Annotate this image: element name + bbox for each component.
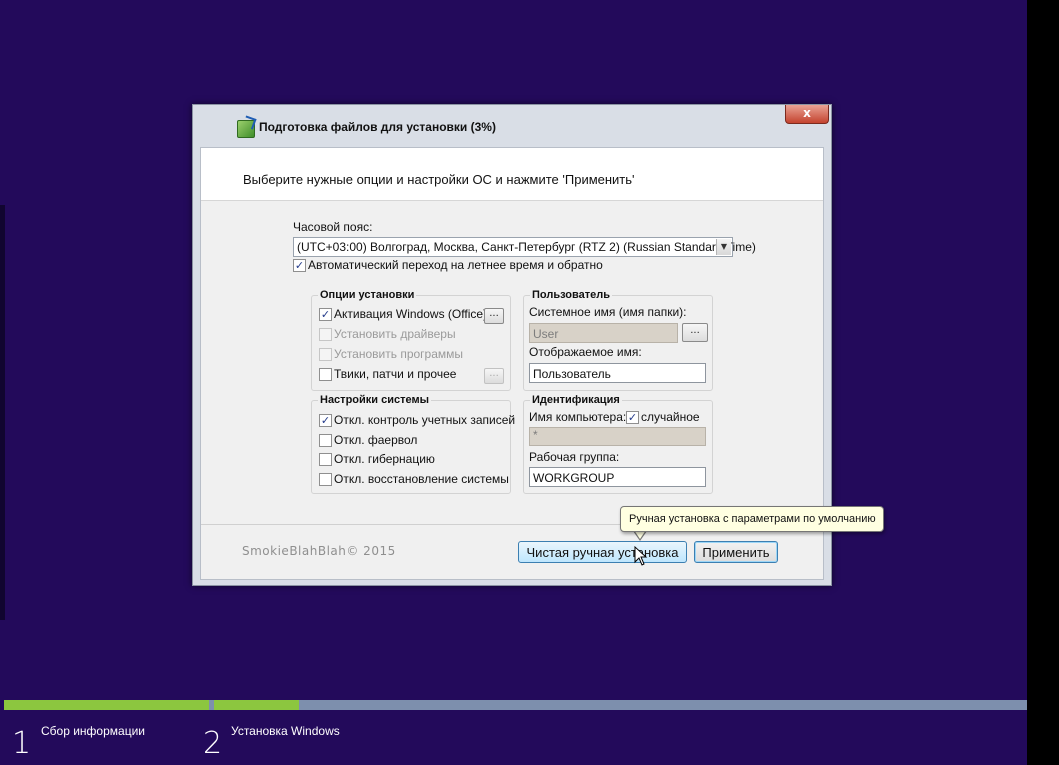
uac-checkbox[interactable]: ✓ bbox=[319, 414, 332, 427]
hibernation-checkbox[interactable] bbox=[319, 453, 332, 466]
restore-checkbox[interactable] bbox=[319, 473, 332, 486]
system-name-field[interactable]: User bbox=[529, 323, 678, 343]
step-label-1: Сбор информации bbox=[41, 724, 145, 738]
activation-browse-button[interactable]: ... bbox=[484, 308, 504, 324]
restore-label: Откл. восстановление системы bbox=[334, 472, 509, 486]
apply-button[interactable]: Применить bbox=[694, 541, 778, 563]
firewall-label: Откл. фаервол bbox=[334, 433, 418, 447]
timezone-value: (UTC+03:00) Волгоград, Москва, Санкт-Пет… bbox=[297, 240, 756, 254]
computer-name-field[interactable]: * bbox=[529, 427, 706, 446]
drivers-checkbox[interactable] bbox=[319, 328, 332, 341]
timezone-select[interactable]: (UTC+03:00) Волгоград, Москва, Санкт-Пет… bbox=[293, 237, 756, 257]
dst-label: Автоматический переход на летнее время и… bbox=[308, 258, 603, 272]
drivers-label: Установить драйверы bbox=[334, 327, 456, 341]
dialog-titlebar[interactable]: Подготовка файлов для установки (3%) x bbox=[193, 105, 831, 147]
workgroup-label: Рабочая группа: bbox=[529, 450, 620, 464]
activation-label: Активация Windows (Office) bbox=[334, 307, 488, 321]
clean-manual-install-button[interactable]: Чистая ручная установка bbox=[518, 541, 687, 563]
computer-name-label: Имя компьютера: bbox=[529, 410, 627, 424]
uac-label: Откл. контроль учетных записей bbox=[334, 413, 516, 427]
timezone-label: Часовой пояс: bbox=[293, 220, 373, 234]
step-number-1: 1 bbox=[12, 726, 32, 761]
workgroup-field[interactable]: WORKGROUP bbox=[529, 467, 706, 487]
mouse-cursor-icon bbox=[634, 546, 648, 566]
display-name-field[interactable]: Пользователь bbox=[529, 363, 706, 383]
tooltip: Ручная установка с параметрами по умолча… bbox=[620, 506, 884, 532]
step-label-2: Установка Windows bbox=[231, 724, 340, 738]
screen-edge-left bbox=[0, 205, 5, 620]
dialog-title: Подготовка файлов для установки (3%) bbox=[259, 120, 496, 134]
chevron-down-icon[interactable]: ▼ bbox=[716, 239, 731, 255]
progress-step-1-done bbox=[4, 700, 209, 710]
system-settings-title: Настройки системы bbox=[318, 394, 431, 406]
user-title: Пользователь bbox=[530, 289, 613, 301]
instruction-text: Выберите нужные опции и настройки ОС и н… bbox=[243, 172, 635, 187]
instruction-header: Выберите нужные опции и настройки ОС и н… bbox=[201, 148, 823, 201]
tweaks-checkbox[interactable] bbox=[319, 368, 332, 381]
firewall-checkbox[interactable] bbox=[319, 434, 332, 447]
random-name-checkbox[interactable]: ✓ bbox=[626, 411, 639, 424]
programs-checkbox[interactable] bbox=[319, 348, 332, 361]
display-name-label: Отображаемое имя: bbox=[529, 345, 642, 359]
activation-checkbox[interactable]: ✓ bbox=[319, 308, 332, 321]
step-number-2: 2 bbox=[203, 726, 223, 761]
system-name-label: Системное имя (имя папки): bbox=[529, 305, 687, 319]
copyright-text: SmokieBlahBlah© 2015 bbox=[242, 544, 396, 558]
random-name-label: случайное bbox=[641, 410, 700, 424]
programs-label: Установить программы bbox=[334, 347, 464, 361]
identification-title: Идентификация bbox=[530, 394, 622, 406]
dst-checkbox[interactable]: ✓ bbox=[293, 259, 306, 272]
setup-icon bbox=[237, 120, 255, 138]
system-name-browse-button[interactable]: ... bbox=[682, 323, 708, 342]
progress-step-2-partial bbox=[214, 700, 299, 710]
close-button[interactable]: x bbox=[785, 105, 829, 124]
tweaks-browse-button[interactable]: ... bbox=[484, 368, 504, 384]
hibernation-label: Откл. гибернацию bbox=[334, 452, 435, 466]
screen-edge bbox=[1027, 0, 1059, 765]
tweaks-label: Твики, патчи и прочее bbox=[334, 367, 457, 381]
install-options-title: Опции установки bbox=[318, 289, 417, 301]
